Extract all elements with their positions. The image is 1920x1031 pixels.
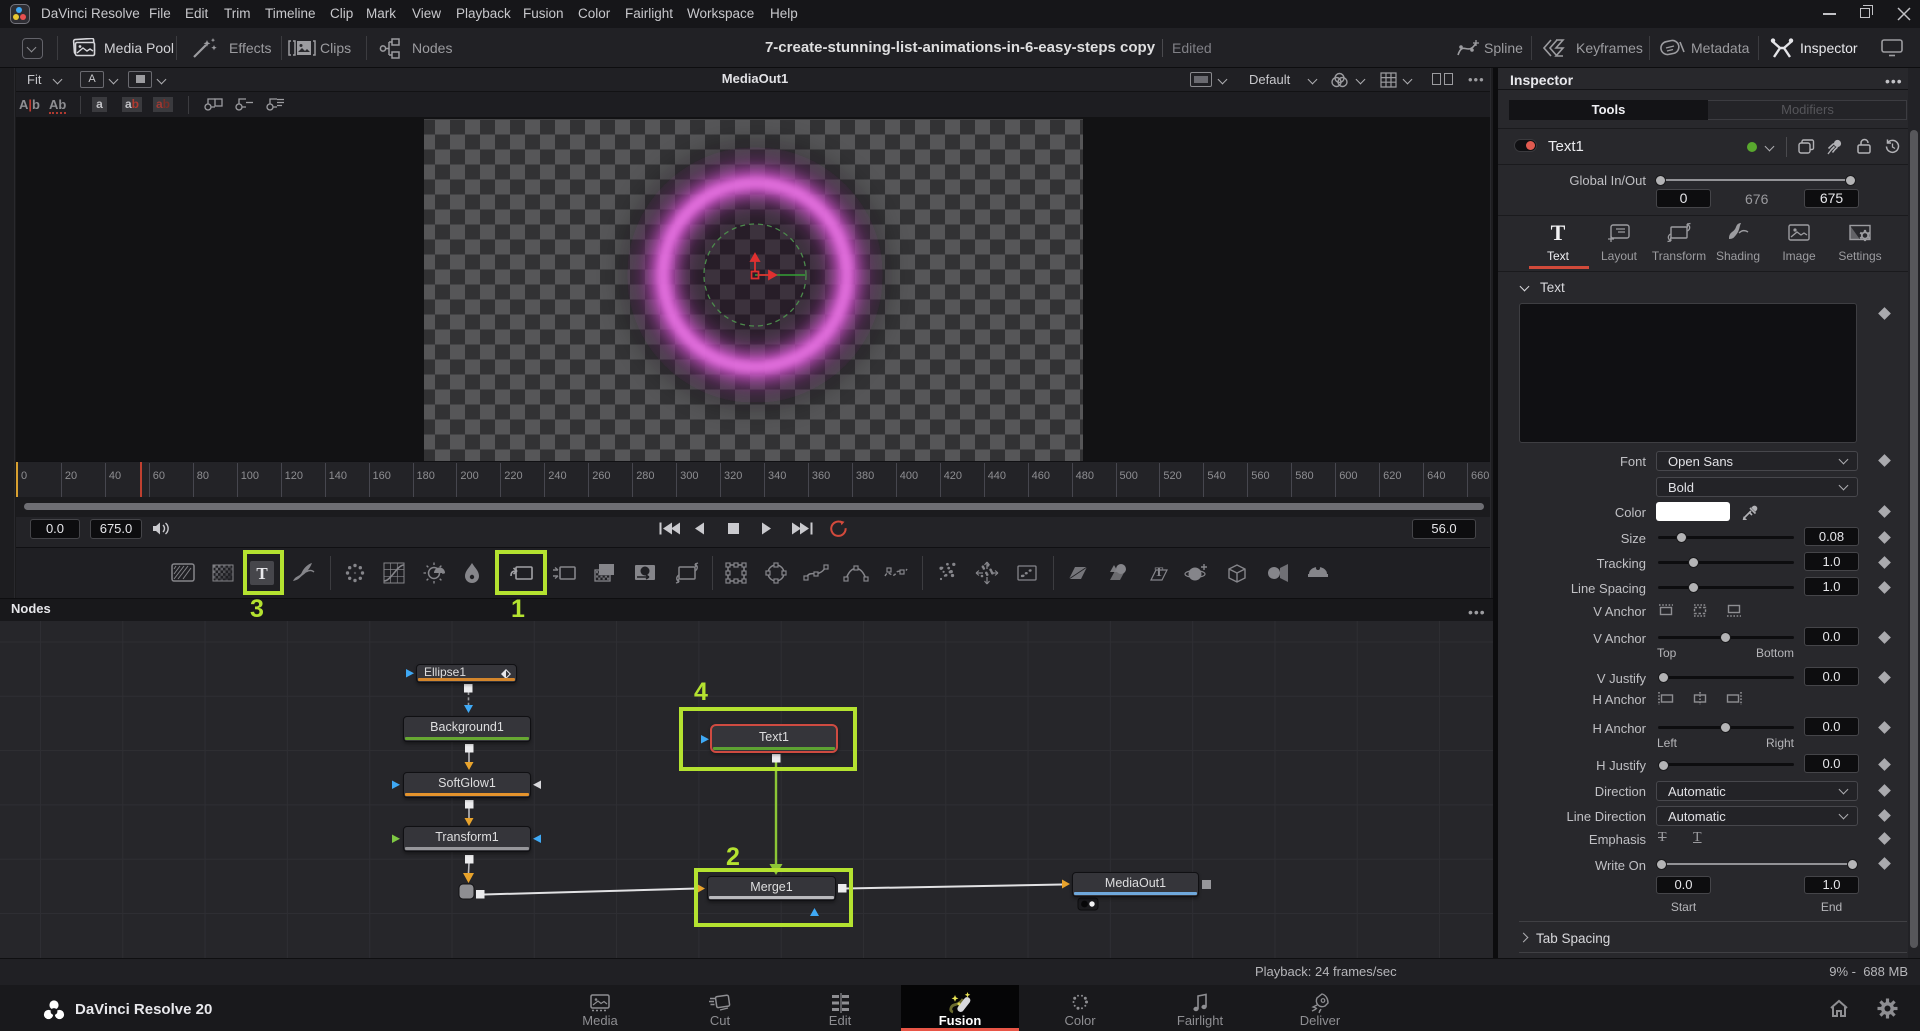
svg-text:T: T xyxy=(1551,221,1566,245)
svg-text:T: T xyxy=(1155,564,1164,579)
